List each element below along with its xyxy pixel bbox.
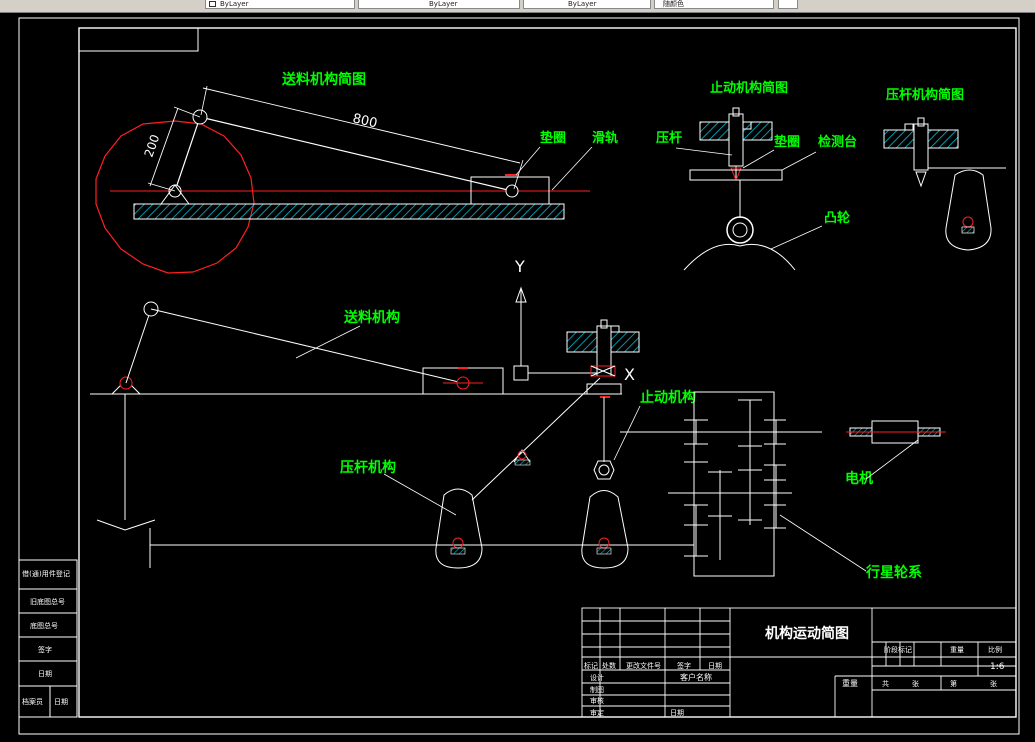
linetype-tab-label: ByLayer: [429, 0, 458, 8]
sheet-no: 第: [950, 679, 957, 688]
main-assembly: Y X 送料机构 压杆机构 止动机构 行星轮系 电机: [90, 257, 946, 581]
side-row-4: 日期: [38, 670, 52, 678]
label-planetary: 行星轮系: [865, 564, 922, 581]
layer-icon: [209, 1, 216, 7]
row-label-0: 设计: [590, 673, 604, 682]
row-label-1: 制图: [590, 685, 604, 694]
label-washer-top: 垫圈: [540, 130, 566, 146]
press-view-title: 压杆机构简图: [886, 87, 964, 103]
side-row-2: 底图总号: [30, 621, 58, 630]
toolbar-end-box[interactable]: [778, 0, 798, 9]
layer-tab-1[interactable]: ByLayer: [205, 0, 355, 9]
stop-mechanism-sketch: 止动机构简图 压杆 垫圈 检测台 凸轮: [656, 80, 857, 271]
customer-label: 客户名称: [680, 672, 712, 682]
side-row-1: 旧底图总号: [30, 597, 65, 606]
feed-mechanism-sketch: 800 200 送料机构简图 垫圈 滑轨: [95, 71, 618, 274]
sheet-label: 张: [912, 679, 919, 688]
side-bottom-0: 档案员: [22, 697, 43, 706]
row-label-2: 审核: [590, 696, 604, 705]
label-cam: 凸轮: [824, 210, 850, 226]
label-feed-mechanism: 送料机构: [343, 309, 400, 326]
press-mechanism-sketch: 压杆机构简图: [883, 87, 1006, 251]
axis-x-label: X: [624, 365, 635, 384]
cam-roller: [726, 216, 754, 244]
stop-view-title: 止动机构简图: [710, 80, 788, 96]
stage-label-2: 比例: [988, 645, 1002, 654]
side-row-3: 签字: [38, 645, 52, 654]
date-label: 日期: [670, 709, 684, 717]
lineweight-tab-label: ByLayer: [568, 0, 597, 8]
planetary-gear-train: [620, 391, 822, 577]
layer-tab-1-label: ByLayer: [220, 0, 249, 8]
label-test-bench: 检测台: [818, 134, 857, 150]
axis-y-label: Y: [514, 257, 525, 276]
scale-value: 1:6: [990, 662, 1005, 672]
col-header-1: 处数: [602, 661, 616, 670]
sheet-label-2: 张: [990, 679, 997, 688]
label-motor: 电机: [845, 470, 873, 487]
col-header-4: 日期: [708, 662, 722, 670]
cad-drawing-canvas[interactable]: 800 200 送料机构简图 垫圈 滑轨 止动机构简图 压杆 垫圈 检测台 凸轮: [0, 12, 1035, 742]
side-registration-block: [18, 559, 78, 718]
label-press-mechanism: 压杆机构: [340, 459, 396, 476]
slide-rail-base: [133, 203, 565, 220]
lineweight-tab[interactable]: ByLayer: [523, 0, 651, 9]
top-view-title: 送料机构简图: [281, 71, 366, 88]
motor: [846, 420, 946, 444]
linetype-tab[interactable]: ByLayer: [358, 0, 520, 9]
label-slide-rail: 滑轨: [592, 130, 618, 146]
row-label-3: 审定: [590, 708, 604, 717]
drawing-title: 机构运动简图: [765, 625, 849, 642]
sheet-frame: [18, 17, 1020, 735]
slider-joint: [505, 184, 519, 198]
dim-200-label: 200: [142, 133, 163, 159]
label-press-rod-stop: 压杆: [656, 130, 682, 146]
stage-label-1: 重量: [950, 646, 964, 654]
weight-label: 重量: [842, 678, 858, 688]
stage-label-0: 阶段标记: [884, 645, 912, 654]
label-washer-stop: 垫圈: [774, 134, 800, 150]
side-row-0: 借(通)用件登记: [22, 569, 70, 578]
dim-800-label: 800: [351, 111, 379, 131]
sheet-total: 共: [882, 679, 889, 688]
label-stop-mechanism: 止动机构: [640, 389, 696, 406]
side-bottom-1: 日期: [54, 698, 68, 706]
plotstyle-tab[interactable]: 随颜色: [654, 0, 774, 9]
col-header-2: 更改文件号: [626, 661, 661, 670]
plotstyle-tab-label: 随颜色: [663, 0, 684, 8]
col-header-3: 签字: [677, 661, 691, 670]
col-header-0: 标记: [584, 661, 598, 670]
